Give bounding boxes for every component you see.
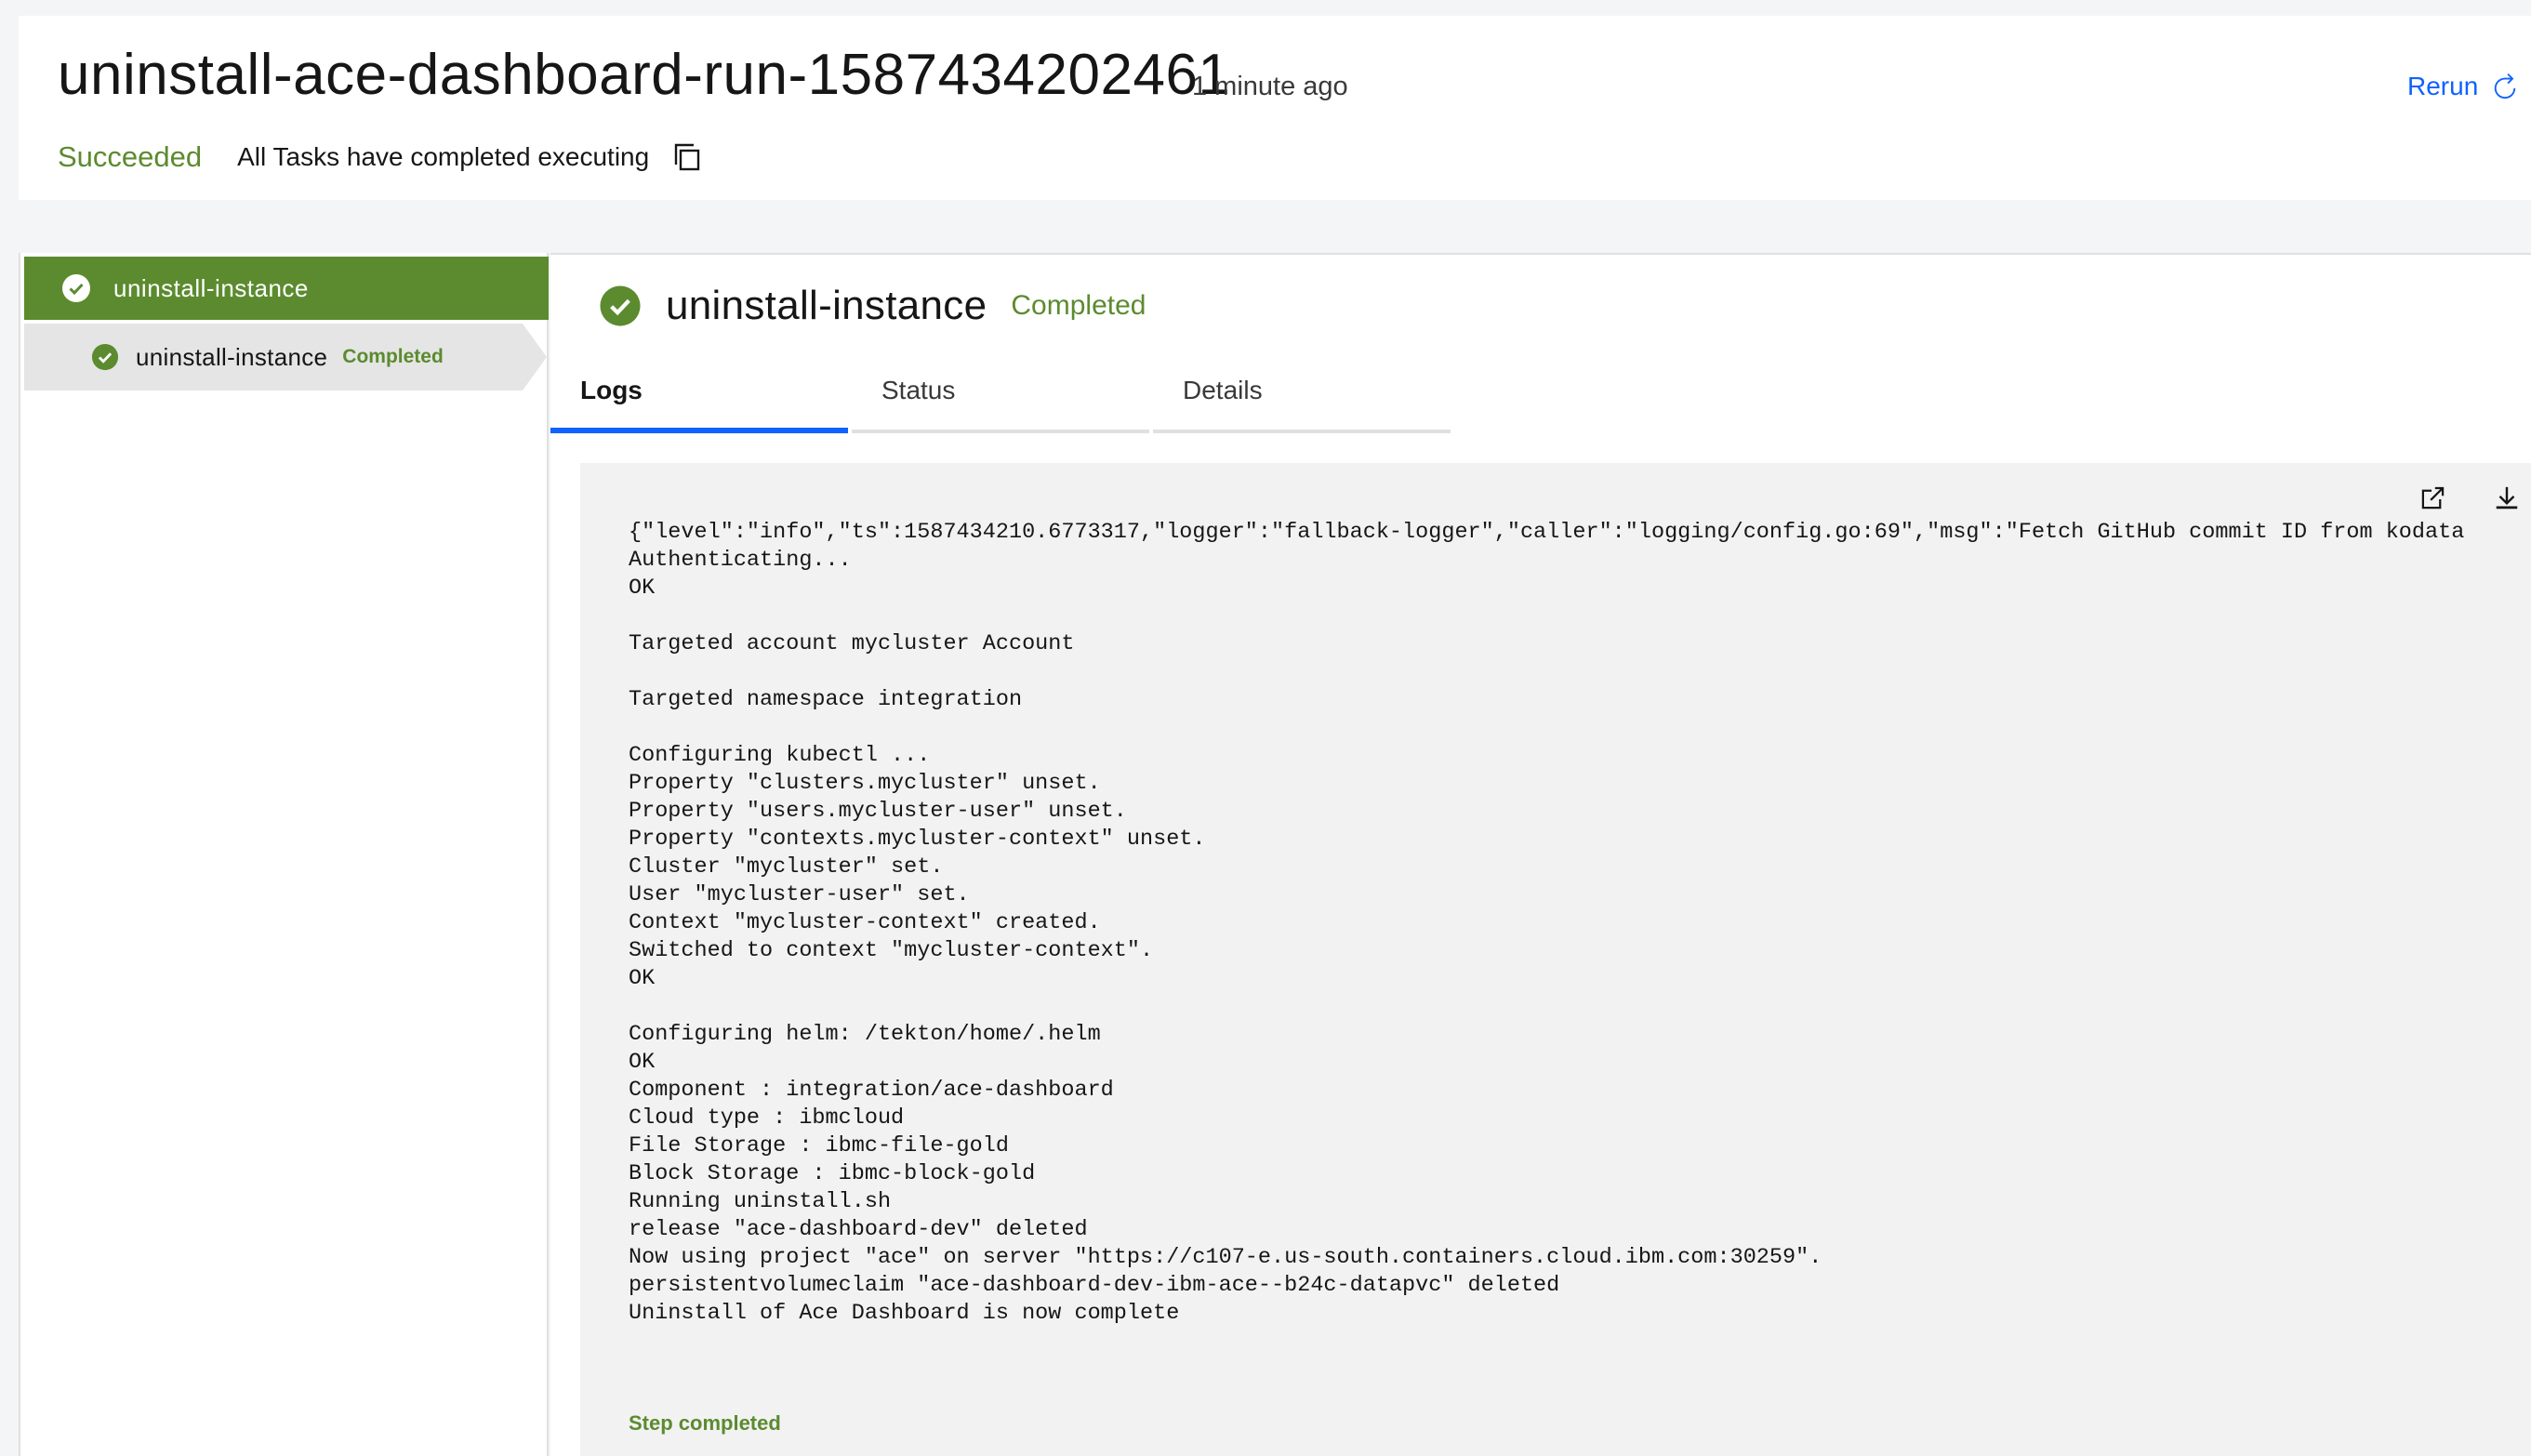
tab-details-label: Details: [1183, 376, 1263, 404]
log-viewer[interactable]: {"level":"info","ts":1587434210.6773317,…: [580, 463, 2531, 1456]
copy-icon[interactable]: [673, 142, 701, 172]
log-line: Cluster "mycluster" set.: [629, 854, 944, 880]
step-details-panel: uninstall-instance Completed Logs Status…: [550, 253, 2531, 1456]
step-item-uninstall-instance[interactable]: uninstall-instance Completed: [24, 324, 547, 390]
download-logs-button[interactable]: [2483, 474, 2531, 523]
log-line: Targeted namespace integration: [629, 687, 1023, 712]
tab-logs[interactable]: Logs: [550, 364, 848, 433]
log-line: File Storage : ibmc-file-gold: [629, 1133, 1009, 1158]
tab-details[interactable]: Details: [1153, 364, 1451, 433]
log-line: Targeted account mycluster Account: [629, 631, 1075, 656]
log-line: Context "mycluster-context" created.: [629, 910, 1101, 935]
run-status-row: Succeeded All Tasks have completed execu…: [58, 140, 701, 174]
tab-logs-label: Logs: [580, 376, 643, 404]
log-line: OK: [629, 1050, 656, 1075]
log-line: Configuring kubectl ...: [629, 743, 931, 768]
log-line: OK: [629, 966, 656, 991]
log-line: Property "clusters.mycluster" unset.: [629, 771, 1101, 796]
log-line: Authenticating...: [629, 548, 852, 573]
task-label: uninstall-instance: [113, 273, 309, 302]
step-details-title: uninstall-instance: [666, 283, 987, 328]
log-line: OK: [629, 576, 656, 601]
run-timestamp: 1 minute ago: [1192, 72, 1348, 101]
checkmark-filled-icon: [91, 343, 119, 371]
log-line: {"level":"info","ts":1587434210.6773317,…: [629, 520, 2470, 545]
pipeline-run-header: uninstall-ace-dashboard-run-158743420246…: [19, 16, 2531, 200]
rerun-label: Rerun: [2407, 72, 2479, 100]
step-details-tabs: Logs Status Details: [550, 364, 1454, 433]
log-line: Running uninstall.sh: [629, 1189, 892, 1214]
log-toolbar: [2408, 474, 2531, 523]
page-title: uninstall-ace-dashboard-run-158743420246…: [58, 43, 1231, 107]
checkmark-filled-icon: [62, 274, 90, 302]
log-line: Component : integration/ace-dashboard: [629, 1078, 1114, 1103]
log-line: release "ace-dashboard-dev" deleted: [629, 1217, 1088, 1242]
log-line: Uninstall of Ace Dashboard is now comple…: [629, 1301, 1180, 1326]
open-logs-button[interactable]: [2408, 474, 2457, 523]
launch-icon: [2421, 486, 2445, 510]
step-details-header: uninstall-instance Completed: [599, 283, 1146, 329]
tab-status-label: Status: [881, 376, 956, 404]
log-line: Switched to context "mycluster-context".: [629, 938, 1154, 963]
run-status-message: All Tasks have completed executing: [237, 142, 650, 171]
log-line: Cloud type : ibmcloud: [629, 1105, 905, 1131]
step-completed-message: Step completed: [629, 1411, 781, 1435]
run-status-badge: Succeeded: [58, 140, 203, 173]
task-item-uninstall-instance[interactable]: uninstall-instance: [24, 257, 549, 320]
log-line: persistentvolumeclaim "ace-dashboard-dev…: [629, 1273, 1560, 1298]
step-status-badge: Completed: [342, 346, 444, 367]
log-output: {"level":"info","ts":1587434210.6773317,…: [629, 519, 2470, 1328]
download-icon: [2496, 486, 2518, 510]
step-label: uninstall-instance: [136, 342, 328, 371]
checkmark-filled-icon: [600, 285, 641, 326]
task-tree: uninstall-instance uninstall-instance Co…: [19, 253, 549, 1456]
log-line: Block Storage : ibmc-block-gold: [629, 1161, 1036, 1186]
log-line: Configuring helm: /tekton/home/.helm: [629, 1022, 1101, 1047]
log-line: Property "users.mycluster-user" unset.: [629, 799, 1127, 824]
step-details-status: Completed: [1011, 290, 1146, 321]
refresh-icon: [2495, 73, 2516, 99]
tab-status[interactable]: Status: [852, 364, 1149, 433]
rerun-button[interactable]: Rerun: [2407, 72, 2519, 101]
log-line: Now using project "ace" on server "https…: [629, 1245, 1822, 1270]
log-line: Property "contexts.mycluster-context" un…: [629, 827, 1206, 852]
log-line: User "mycluster-user" set.: [629, 882, 970, 907]
